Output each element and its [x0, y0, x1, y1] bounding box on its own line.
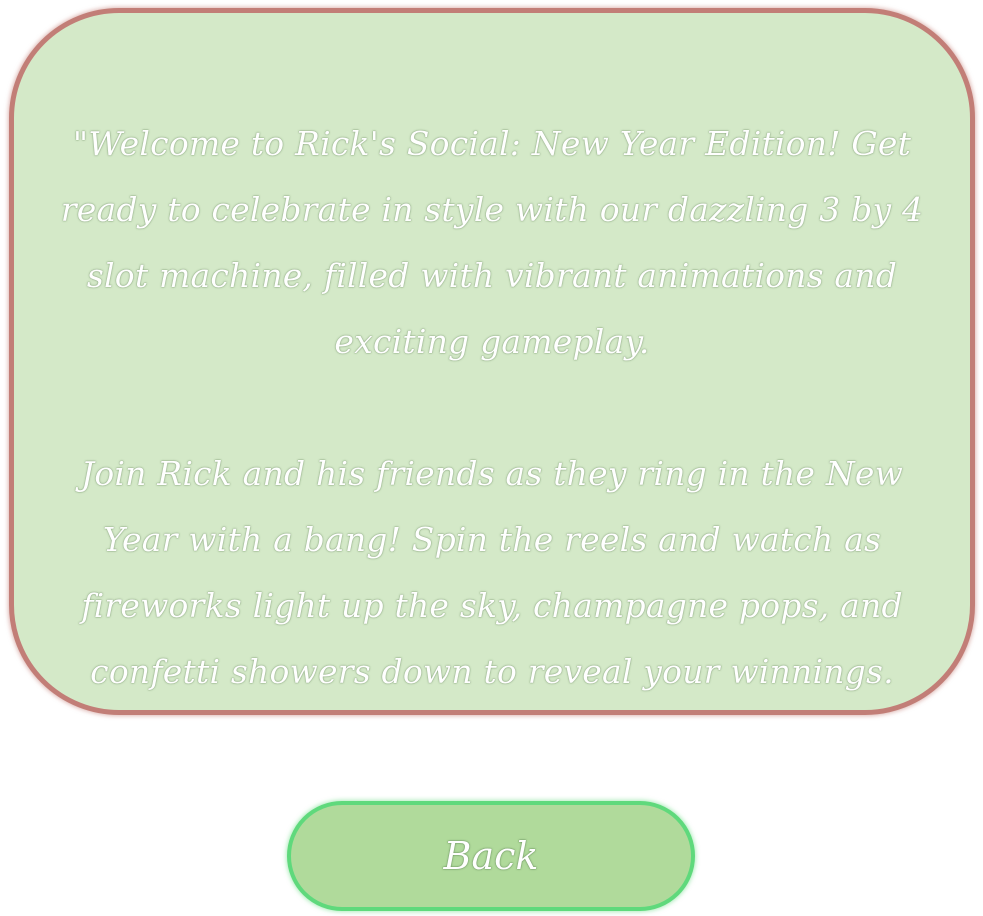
back-button-label: Back	[443, 834, 539, 878]
info-screen: "Welcome to Rick's Social: New Year Edit…	[0, 0, 983, 916]
back-button[interactable]: Back	[287, 801, 695, 911]
info-paragraph-story: Join Rick and his friends as they ring i…	[80, 454, 904, 691]
info-panel: "Welcome to Rick's Social: New Year Edit…	[9, 8, 975, 715]
info-paragraph-intro: "Welcome to Rick's Social: New Year Edit…	[60, 124, 924, 361]
info-text: "Welcome to Rick's Social: New Year Edit…	[42, 111, 942, 705]
